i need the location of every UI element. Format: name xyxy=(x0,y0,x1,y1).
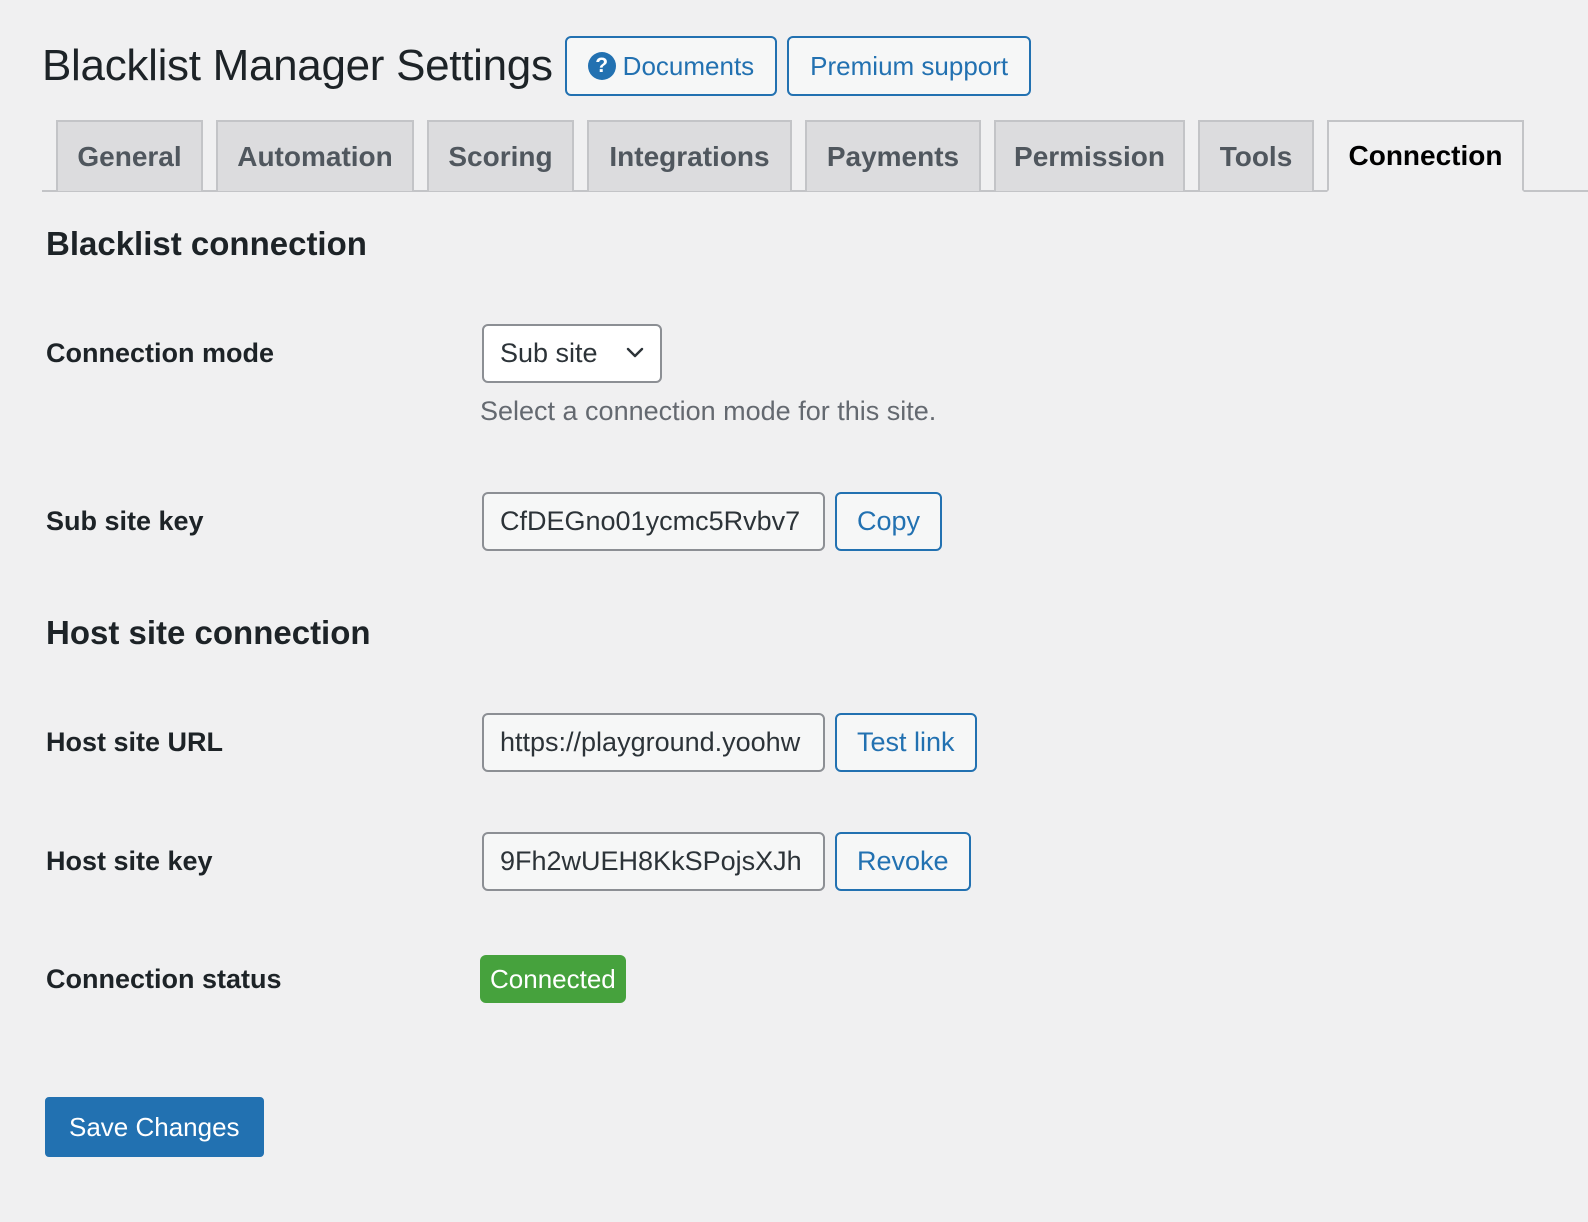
save-changes-button[interactable]: Save Changes xyxy=(45,1097,264,1157)
host-site-url-label: Host site URL xyxy=(46,727,224,757)
connection-status-label: Connection status xyxy=(46,964,282,994)
page-title: Blacklist Manager Settings xyxy=(42,41,553,90)
host-site-key-field[interactable] xyxy=(482,832,825,891)
blacklist-connection-title: Blacklist connection xyxy=(46,225,367,262)
tab-payments[interactable]: Payments xyxy=(805,120,981,191)
help-icon: ? xyxy=(587,52,616,80)
host-site-url-field[interactable] xyxy=(482,713,825,772)
test-link-button[interactable]: Test link xyxy=(835,713,977,772)
tab-automation[interactable]: Automation xyxy=(216,120,414,191)
connection-status-badge: Connected xyxy=(480,955,626,1003)
host-site-connection-title: Host site connection xyxy=(46,614,371,651)
chevron-down-icon xyxy=(626,347,644,358)
host-site-key-label: Host site key xyxy=(46,846,213,876)
copy-button[interactable]: Copy xyxy=(835,492,943,551)
tab-connection[interactable]: Connection xyxy=(1327,120,1524,192)
settings-tabs: General Automation Scoring Integrations … xyxy=(42,120,1588,192)
documents-button[interactable]: ? Documents xyxy=(564,36,778,96)
tab-integrations[interactable]: Integrations xyxy=(587,120,792,191)
documents-label: Documents xyxy=(622,50,755,81)
connection-mode-description: Select a connection mode for this site. xyxy=(480,396,937,426)
connection-mode-value: Sub site xyxy=(500,338,598,368)
connection-mode-select[interactable]: Sub site xyxy=(482,324,662,383)
tab-permission[interactable]: Permission xyxy=(994,120,1185,191)
tab-tools[interactable]: Tools xyxy=(1198,120,1314,191)
page-header: Blacklist Manager Settings ? Documents P… xyxy=(42,36,1041,96)
sub-site-key-field[interactable] xyxy=(482,492,825,551)
tab-general[interactable]: General xyxy=(56,120,203,191)
connection-mode-label: Connection mode xyxy=(46,338,274,368)
tab-scoring[interactable]: Scoring xyxy=(427,120,574,191)
sub-site-key-label: Sub site key xyxy=(46,506,204,536)
premium-support-button[interactable]: Premium support xyxy=(787,36,1032,96)
revoke-button[interactable]: Revoke xyxy=(835,832,971,891)
